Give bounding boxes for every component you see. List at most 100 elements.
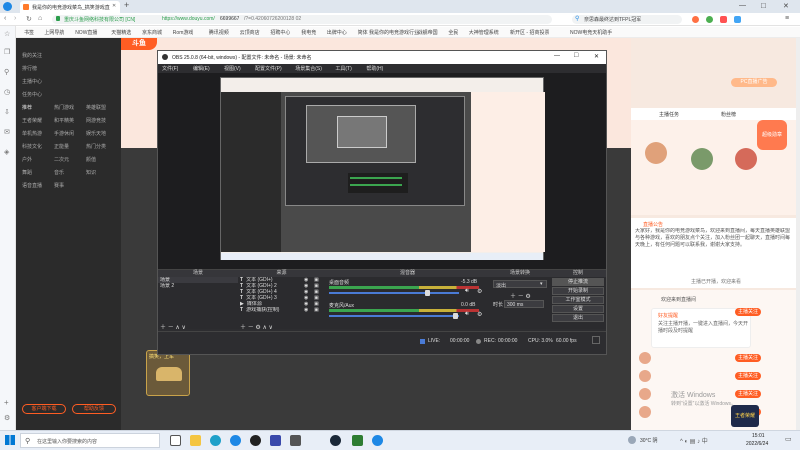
task-view-icon[interactable] bbox=[170, 435, 181, 446]
obs-menu-item[interactable]: 编辑(E) bbox=[193, 65, 210, 72]
avatar[interactable] bbox=[645, 142, 667, 164]
settings-icon[interactable]: ⚙ bbox=[4, 414, 10, 422]
avatar[interactable] bbox=[639, 370, 651, 382]
bookmark-item[interactable]: 大神管理系统 bbox=[469, 29, 499, 36]
maximize-button[interactable]: □ bbox=[761, 1, 766, 10]
tab-fan-rank[interactable]: 粉丝榜 bbox=[721, 111, 736, 118]
avatar[interactable] bbox=[691, 148, 713, 170]
star-icon[interactable]: ☆ bbox=[4, 30, 10, 38]
super-medal-badge[interactable]: 超级勋章 bbox=[757, 120, 787, 150]
obs-icon[interactable] bbox=[250, 435, 261, 446]
nav-item[interactable]: 颜值 bbox=[86, 156, 96, 164]
menu-icon[interactable]: ≡ bbox=[785, 15, 789, 22]
obs-maximize-button[interactable]: □ bbox=[574, 52, 578, 59]
nav-item[interactable]: 任务中心 bbox=[22, 91, 42, 99]
browser-icon[interactable] bbox=[372, 435, 383, 446]
tray-icons[interactable]: ^ ◐ ▤ ♪ 中 bbox=[680, 436, 708, 445]
obs-menu-item[interactable]: 场景集合(S) bbox=[295, 65, 322, 72]
settings-button[interactable]: 设置 bbox=[552, 305, 604, 313]
speaker-icon[interactable]: 🔊︎ bbox=[465, 288, 469, 295]
stop-streaming-button[interactable]: 停止推流 bbox=[552, 278, 604, 286]
obs-menu-item[interactable]: 视图(V) bbox=[224, 65, 241, 72]
minimize-button[interactable]: — bbox=[739, 2, 746, 9]
volume-slider[interactable] bbox=[329, 292, 459, 294]
reload-icon[interactable]: ↻ bbox=[26, 15, 32, 23]
visibility-eye-icon[interactable]: ◉ bbox=[304, 307, 308, 313]
bookmark-icon[interactable]: ❐ bbox=[4, 48, 10, 56]
start-recording-button[interactable]: 开始录制 bbox=[552, 287, 604, 295]
download-icon[interactable]: ⇩ bbox=[4, 108, 10, 116]
extension-icon[interactable] bbox=[720, 16, 727, 23]
file-explorer-icon[interactable] bbox=[190, 435, 201, 446]
bookmark-item[interactable]: 我电竞 bbox=[301, 29, 316, 36]
edge-icon[interactable] bbox=[210, 435, 221, 446]
nav-item[interactable]: 主播中心 bbox=[22, 78, 42, 86]
chat-follow-button[interactable]: 主播关注 bbox=[735, 308, 761, 316]
bookmark-item[interactable]: 云顶商店 bbox=[240, 29, 260, 36]
bookmark-item[interactable]: NOW直播 bbox=[75, 29, 97, 36]
obs-minimize-button[interactable]: — bbox=[554, 53, 560, 59]
browser-logo-icon[interactable] bbox=[3, 2, 12, 11]
app-icon[interactable] bbox=[270, 435, 281, 446]
browser-icon[interactable] bbox=[230, 435, 241, 446]
add-icon[interactable]: + bbox=[4, 398, 9, 407]
nav-item[interactable]: 户外 bbox=[22, 156, 32, 164]
extension-icon[interactable] bbox=[692, 16, 699, 23]
steam-icon[interactable] bbox=[330, 435, 341, 446]
gear-icon[interactable]: ⚙ bbox=[477, 288, 482, 295]
nav-item[interactable]: 推荐 bbox=[22, 104, 32, 112]
home-icon[interactable]: ⌂ bbox=[38, 15, 42, 22]
host-card[interactable]: 搞笑，上车 bbox=[146, 350, 190, 396]
nav-item[interactable]: 王者荣耀 bbox=[22, 117, 42, 125]
taskbar-search-box[interactable]: ⚲ 在这里输入你要搜索的内容 bbox=[20, 433, 160, 448]
browser-tab[interactable]: 我是你的电竞游戏菜鸟_搞笑游戏直播 ✕ bbox=[20, 1, 120, 13]
douyu-logo[interactable]: 斗鱼 bbox=[121, 38, 157, 50]
avatar[interactable] bbox=[735, 148, 757, 170]
page-scrollbar[interactable] bbox=[796, 38, 800, 430]
volume-handle[interactable] bbox=[425, 290, 430, 296]
avatar[interactable] bbox=[639, 406, 651, 418]
source-item[interactable]: T 游戏捕获(控制) ◉ ▣ bbox=[238, 307, 325, 313]
weather-temp[interactable]: 30°C 阴 bbox=[640, 437, 658, 444]
obs-menu-item[interactable]: 帮助(H) bbox=[366, 65, 383, 72]
new-tab-button[interactable]: + bbox=[124, 0, 129, 10]
extension-icon[interactable] bbox=[734, 16, 741, 23]
game-icon[interactable]: ◈ bbox=[4, 148, 9, 156]
chat-follow-button[interactable]: 主播关注 bbox=[735, 372, 761, 380]
obs-menu-item[interactable]: 文件(F) bbox=[162, 65, 178, 72]
resize-grip-icon[interactable] bbox=[592, 336, 600, 344]
bookmark-item[interactable]: 简体 我是你的电竞游戏行业 bbox=[358, 29, 419, 36]
chat-icon[interactable]: ✉ bbox=[4, 128, 10, 136]
pc-live-ad-button[interactable]: PC直播广告 bbox=[731, 78, 777, 87]
extension-icon[interactable] bbox=[706, 16, 713, 23]
obs-menu-item[interactable]: 配置文件(P) bbox=[255, 65, 282, 72]
forward-icon[interactable]: › bbox=[14, 15, 16, 22]
studio-mode-button[interactable]: 工作室模式 bbox=[552, 296, 604, 304]
nav-item[interactable]: 二次元 bbox=[54, 156, 69, 164]
duration-input[interactable]: 300 ms bbox=[504, 300, 544, 308]
scene-item[interactable]: 场景 2 bbox=[158, 283, 238, 289]
volume-slider[interactable] bbox=[329, 315, 459, 317]
nav-item[interactable]: 网游竞技 bbox=[86, 117, 106, 125]
help-feedback-button[interactable]: 帮助反馈 bbox=[72, 404, 116, 414]
bookmark-item[interactable]: 战舰帝国 bbox=[418, 29, 438, 36]
nav-item[interactable]: 赛事 bbox=[54, 182, 64, 190]
tab-host-task[interactable]: 主播任务 bbox=[659, 111, 679, 118]
obs-menu-item[interactable]: 工具(T) bbox=[335, 65, 351, 72]
bookmark-item[interactable]: 书签 bbox=[24, 29, 34, 36]
avatar[interactable] bbox=[639, 352, 651, 364]
nav-item[interactable]: 娱乐天地 bbox=[86, 130, 106, 138]
transition-select[interactable]: 淡出 ▾ bbox=[493, 280, 547, 289]
windows-start-icon[interactable] bbox=[5, 435, 15, 445]
game-badge[interactable]: 王者荣耀 bbox=[731, 405, 759, 427]
nav-item[interactable]: 正能量 bbox=[54, 143, 69, 151]
nav-item[interactable]: 音乐 bbox=[54, 169, 64, 177]
close-window-button[interactable]: ✕ bbox=[783, 2, 789, 10]
clock-time[interactable]: 15:01 bbox=[752, 433, 765, 439]
gear-icon[interactable]: ⚙ bbox=[477, 311, 482, 318]
nav-item[interactable]: 语音直播 bbox=[22, 182, 42, 190]
nav-item[interactable]: 我的关注 bbox=[22, 52, 42, 60]
exit-button[interactable]: 退出 bbox=[552, 314, 604, 322]
nav-item[interactable]: 英雄联盟 bbox=[86, 104, 106, 112]
nav-item[interactable]: 舞蹈 bbox=[22, 169, 32, 177]
